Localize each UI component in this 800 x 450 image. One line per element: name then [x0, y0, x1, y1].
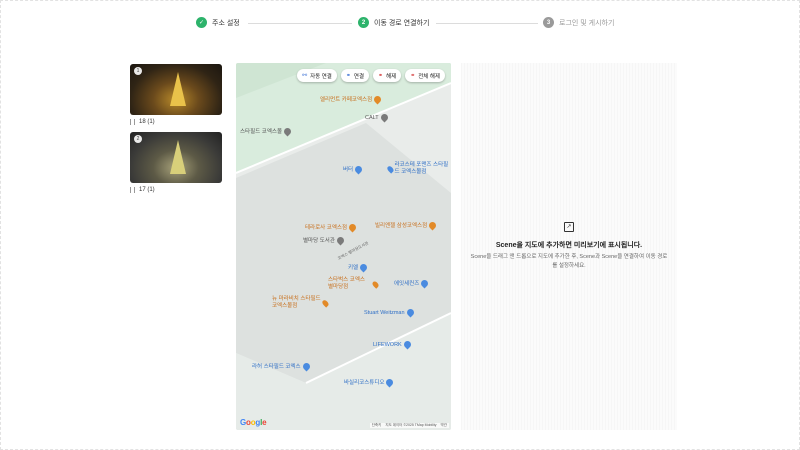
- shortcuts-link[interactable]: 단축키: [372, 423, 382, 428]
- map-pin-icon: [419, 278, 430, 288]
- map-attribution: 단축키 지도 데이터 ©2025 TMap Mobility 약관: [369, 423, 449, 428]
- map-poi[interactable]: 바실리코스튜디오: [344, 377, 395, 387]
- step-connector: [436, 23, 538, 24]
- step-connect-route[interactable]: 2 이동 경로 연결하기: [358, 17, 429, 28]
- scene-meta: 18 (1): [130, 119, 222, 125]
- map-poi[interactable]: LIFEWORK: [373, 339, 413, 350]
- map-view[interactable]: ⚯ 자동 연결 ⚭ 연결 ⚭ 해제 ⚭ 전체 해제 엘리먼트 카페코엑스점 CALT 스…: [236, 63, 451, 430]
- map-pin-icon: [335, 235, 346, 245]
- panorama-image: [170, 140, 186, 174]
- step-login-publish[interactable]: 3 로그인 및 게시하기: [543, 17, 614, 28]
- drag-drop-icon: ↗: [564, 222, 574, 232]
- step-label: 주소 설정: [212, 19, 240, 27]
- scene-thumbnail[interactable]: 1: [130, 64, 222, 115]
- map-poi[interactable]: 에잇세컨즈: [394, 278, 430, 288]
- bars-icon: [130, 187, 135, 193]
- connect-button[interactable]: ⚭ 연결: [340, 69, 370, 82]
- panorama-image: [170, 72, 186, 106]
- map-pin-icon: [347, 222, 358, 232]
- step-label: 이동 경로 연결하기: [374, 19, 430, 27]
- map-pin-icon: [282, 126, 293, 136]
- map-poi[interactable]: Stuart Weitzman: [364, 307, 416, 318]
- map-pin-icon: [353, 164, 364, 174]
- preview-panel: ↗ Scene을 지도에 추가하면 미리보기에 표시됩니다. Scene을 드래…: [461, 63, 677, 430]
- scene-card[interactable]: 2 17 (1): [130, 132, 222, 193]
- step-label: 로그인 및 게시하기: [559, 19, 615, 27]
- map-toolbar: ⚯ 자동 연결 ⚭ 연결 ⚭ 해제 ⚭ 전체 해제: [297, 69, 445, 82]
- map-poi[interactable]: 엘리먼트 카페코엑스점: [320, 94, 383, 104]
- scene-label: 17 (1): [139, 187, 155, 193]
- unlink-icon: ⚭: [378, 73, 384, 79]
- progress-stepper: ✓ 주소 설정 2 이동 경로 연결하기 3 로그인 및 게시하기: [196, 17, 616, 33]
- map-pin-icon: [358, 262, 369, 272]
- map-background: [236, 63, 451, 430]
- auto-link-icon: ⚯: [302, 73, 308, 79]
- map-poi[interactable]: 라허 스타필드 코엑스: [252, 361, 312, 371]
- link-icon: ⚭: [345, 73, 351, 79]
- map-poi[interactable]: 뉴 마라비치 스타필드 코엑스몰점: [272, 296, 330, 310]
- map-poi[interactable]: 키엘: [348, 262, 369, 272]
- disconnect-all-button[interactable]: ⚭ 전체 해제: [405, 69, 445, 82]
- map-poi[interactable]: 버터: [343, 164, 364, 174]
- map-pin-icon: [385, 377, 395, 387]
- terms-link[interactable]: 약관: [441, 423, 447, 428]
- preview-empty-title: Scene을 지도에 추가하면 미리보기에 표시됩니다.: [495, 242, 643, 249]
- map-poi[interactable]: 라코스테 포맨즈 스타필드 코엑스몰점: [386, 162, 450, 176]
- scene-label: 18 (1): [139, 119, 155, 125]
- check-icon: ✓: [196, 17, 207, 28]
- google-logo: Google: [240, 418, 267, 427]
- bars-icon: [130, 119, 135, 125]
- map-pin-icon: [427, 220, 438, 230]
- map-poi[interactable]: 스타필드 코엑스몰: [240, 126, 293, 136]
- map-pin-icon: [405, 307, 416, 318]
- map-pin-icon: [372, 94, 383, 104]
- map-poi[interactable]: CALT: [365, 112, 390, 123]
- unlink-all-icon: ⚭: [410, 73, 416, 79]
- step-address-setting[interactable]: ✓ 주소 설정: [196, 17, 240, 28]
- scene-meta: 17 (1): [130, 187, 222, 193]
- map-poi[interactable]: 별마당 도서관: [303, 235, 346, 245]
- map-pin-icon: [379, 112, 390, 123]
- map-poi[interactable]: 테라로사 코엑스점: [305, 222, 358, 232]
- scene-badge: 1: [134, 67, 142, 75]
- step-number: 2: [358, 17, 369, 28]
- step-number: 3: [543, 17, 554, 28]
- scene-card[interactable]: 1 18 (1): [130, 64, 222, 125]
- map-pin-icon: [301, 361, 312, 371]
- map-pin-icon: [386, 164, 395, 174]
- preview-empty-description: Scene을 드래그 앤 드롭으로 지도에 추가한 후, Scene과 Scen…: [470, 254, 668, 269]
- map-poi[interactable]: 스타벅스 코엑스 별마당점: [328, 277, 380, 291]
- disconnect-button[interactable]: ⚭ 해제: [373, 69, 402, 82]
- scene-thumbnail[interactable]: 2: [130, 132, 222, 183]
- scene-badge: 2: [134, 135, 142, 143]
- map-pin-icon: [402, 339, 413, 350]
- auto-connect-button[interactable]: ⚯ 자동 연결: [297, 69, 337, 82]
- map-data-text: 지도 데이터 ©2025 TMap Mobility: [385, 423, 437, 427]
- map-poi[interactable]: 빌리엔젤 삼성코엑스점: [375, 220, 438, 230]
- step-connector: [248, 23, 352, 24]
